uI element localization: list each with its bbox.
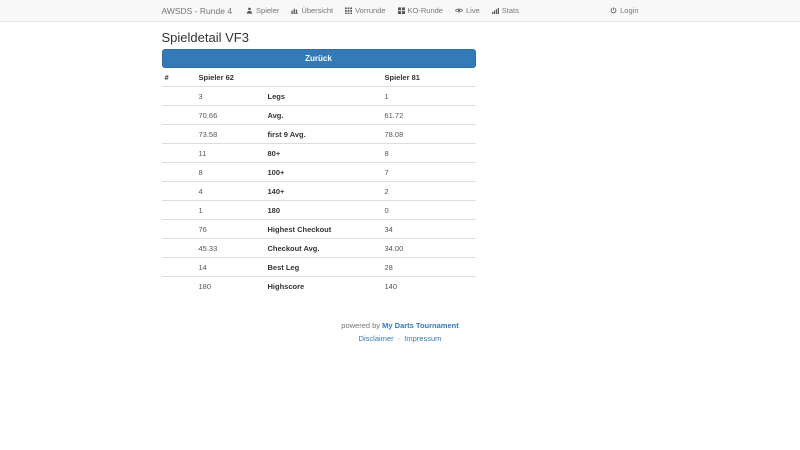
row-index-cell	[161, 219, 196, 239]
player2-value: 0	[381, 200, 476, 220]
player2-value: 78.08	[381, 124, 476, 144]
player2-value: 34	[381, 219, 476, 239]
table-row: 11 80+ 8	[161, 143, 476, 163]
player1-value: 180	[195, 276, 265, 295]
main-content: Spieldetail VF3 Zurück # Spieler 62 Spie…	[158, 30, 643, 345]
player2-value: 7	[381, 162, 476, 182]
row-index-cell	[162, 87, 196, 106]
player2-value: 28	[381, 257, 476, 277]
table-header-index: #	[161, 69, 196, 87]
nav-item-label: Übersicht	[301, 6, 334, 15]
match-stats-table: # Spieler 62 Spieler 81 3 Legs 1 70.66 A…	[161, 69, 476, 295]
table-row: 3 Legs 1	[162, 87, 476, 106]
stat-label: Best Leg	[264, 257, 382, 277]
grid-icon	[345, 7, 353, 14]
footer-links-line: Disclaimer · Impressum	[162, 332, 639, 345]
row-index-cell	[161, 143, 196, 163]
table-header-player1: Spieler 62	[195, 69, 265, 87]
player1-value: 45.33	[195, 238, 265, 258]
nav-item-label: KO-Runde	[407, 6, 443, 15]
footer-link-separator: ·	[397, 334, 401, 343]
nav-item-spieler[interactable]: Spieler	[240, 6, 285, 15]
player1-value: 1	[195, 200, 265, 220]
table-row: 180 Highscore 140	[161, 276, 476, 295]
stat-label: Legs	[267, 91, 286, 101]
player1-value: 70.66	[195, 105, 265, 125]
row-index-cell	[161, 105, 196, 125]
power-icon	[610, 7, 617, 14]
bar-chart-icon	[291, 7, 299, 14]
nav-item-uebersicht[interactable]: Übersicht	[285, 6, 339, 15]
player2-value: 8	[381, 143, 476, 163]
table-row: 76 Highest Checkout 34	[161, 219, 476, 239]
player2-value: 1	[384, 91, 389, 101]
table-row: 45.33 Checkout Avg. 34.00	[161, 238, 476, 258]
nav-item-label: Vorrunde	[355, 6, 386, 15]
navbar: AWSDS - Runde 4 Spieler Übersicht Vorrun…	[0, 0, 800, 22]
nav-item-live[interactable]: Live	[449, 6, 486, 15]
player1-value: 76	[195, 219, 265, 239]
row-index-cell	[161, 162, 196, 182]
grid-large-icon	[397, 7, 405, 14]
player2-value: 140	[381, 276, 476, 295]
table-header-row: # Spieler 62 Spieler 81	[161, 69, 476, 87]
navbar-container: AWSDS - Runde 4 Spieler Übersicht Vorrun…	[158, 0, 643, 21]
row-index-cell	[161, 276, 196, 295]
nav-item-label: Login	[620, 6, 639, 15]
nav-item-label: Stats	[501, 6, 519, 15]
row-index-cell	[161, 124, 196, 144]
stat-label: 100+	[264, 162, 382, 182]
player1-value: 3	[198, 91, 203, 101]
signal-icon	[491, 7, 499, 14]
impressum-link[interactable]: Impressum	[404, 334, 441, 343]
table-row: 4 140+ 2	[161, 181, 476, 201]
player2-value: 61.72	[381, 105, 476, 125]
player1-value: 14	[195, 257, 265, 277]
nav-item-stats[interactable]: Stats	[486, 6, 525, 15]
table-header-stat	[264, 69, 382, 87]
row-index-cell	[161, 200, 196, 220]
match-detail-panel: Zurück # Spieler 62 Spieler 81 3 Legs 1	[161, 49, 476, 295]
powered-by-line: powered by My Darts Tournament	[162, 319, 639, 332]
player1-value: 11	[195, 143, 265, 163]
player1-value: 73.58	[195, 124, 265, 144]
nav-item-login[interactable]: Login	[604, 6, 639, 15]
stat-label: Highscore	[264, 276, 382, 295]
nav-item-ko-runde[interactable]: KO-Runde	[392, 6, 449, 15]
table-row: 14 Best Leg 28	[161, 257, 476, 277]
table-header-player2: Spieler 81	[381, 69, 476, 87]
stat-label: first 9 Avg.	[264, 124, 382, 144]
stat-label: Avg.	[264, 105, 382, 125]
stat-label: 180	[264, 200, 382, 220]
player2-value: 34.00	[381, 238, 476, 258]
player1-value: 8	[195, 162, 265, 182]
stat-label: Highest Checkout	[264, 219, 382, 239]
table-row: 70.66 Avg. 61.72	[161, 105, 476, 125]
stat-label: 140+	[264, 181, 382, 201]
stat-label: 80+	[264, 143, 382, 163]
row-index-cell	[161, 238, 196, 258]
footer: powered by My Darts Tournament Disclaime…	[162, 319, 639, 345]
table-row: 73.58 first 9 Avg. 78.08	[161, 124, 476, 144]
player1-value: 4	[195, 181, 265, 201]
nav-item-label: Spieler	[256, 6, 280, 15]
footer-brand-link[interactable]: My Darts Tournament	[382, 321, 459, 330]
row-index-cell	[161, 257, 196, 277]
navbar-brand[interactable]: AWSDS - Runde 4	[162, 6, 233, 16]
table-row: 1 180 0	[161, 200, 476, 220]
player2-value: 2	[381, 181, 476, 201]
row-index-cell	[161, 181, 196, 201]
page-title: Spieldetail VF3	[161, 30, 249, 45]
user-icon	[246, 7, 253, 14]
nav-item-vorrunde[interactable]: Vorrunde	[339, 6, 391, 15]
disclaimer-link[interactable]: Disclaimer	[359, 334, 394, 343]
nav-item-label: Live	[465, 6, 480, 15]
powered-by-text: powered by	[341, 321, 381, 330]
table-row: 8 100+ 7	[161, 162, 476, 182]
back-button[interactable]: Zurück	[161, 49, 476, 68]
eye-icon	[455, 7, 463, 14]
stat-label: Checkout Avg.	[264, 238, 382, 258]
